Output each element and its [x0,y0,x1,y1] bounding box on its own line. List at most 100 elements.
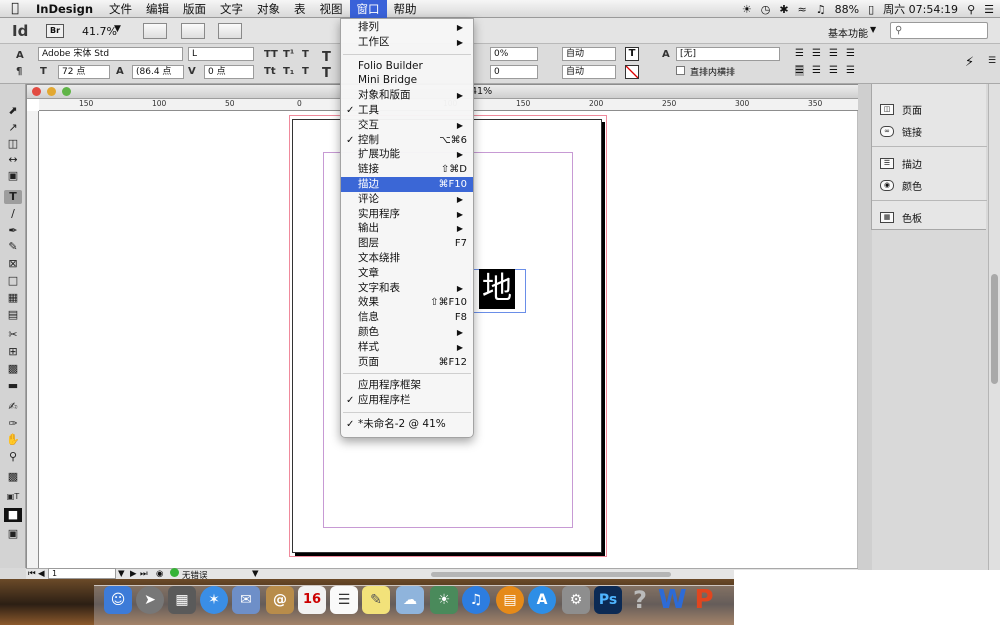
swatches-panel-button[interactable]: ▦ 色板 [880,210,922,225]
page-number-field[interactable]: 1 [48,568,116,579]
baseline-shift-field[interactable]: 0 [490,65,538,79]
align-towards-spine-icon[interactable]: ☰ [846,48,855,59]
vertical-scale-icon[interactable]: T [322,50,331,65]
list-icon[interactable]: ☰ [984,3,994,16]
menu-item[interactable]: 交互 ▶ [341,118,473,133]
underline-icon[interactable]: T [302,49,309,60]
contacts-icon[interactable]: @ [266,586,294,614]
pencil-tool-icon[interactable]: ✎ [4,240,22,254]
hand-tool-icon[interactable]: ✋ [4,433,22,447]
menu-help[interactable]: 帮助 [387,0,424,18]
zoom-level[interactable]: 41.7% [82,25,117,38]
menu-item[interactable]: 文章 [341,266,473,281]
last-page-icon[interactable]: ⏭ [140,569,148,579]
menu-item[interactable]: 效果 ⇧⌘F10 [341,295,473,310]
align-right-icon[interactable]: ☰ [829,48,838,59]
type-tool-icon[interactable]: T [4,190,22,204]
menu-item[interactable]: 样式 ▶ [341,340,473,355]
scale-field[interactable]: 0% [490,47,538,61]
gradient-swatch-tool-icon[interactable]: ▩ [4,362,22,376]
stroke-panel-button[interactable]: ☰ 描边 [880,156,922,171]
font-style-field[interactable]: L [188,47,254,61]
menu-item[interactable]: 颜色 ▶ [341,325,473,340]
menu-item[interactable]: ✓ 工具 [341,103,473,118]
horizontal-scale-icon[interactable]: T [322,66,331,81]
notes-icon[interactable]: ✎ [362,586,390,614]
align-left-icon[interactable]: ☰ [795,48,804,59]
justify-right-icon[interactable]: ☰ [829,65,838,76]
panel-menu-icon[interactable]: ☰ [988,56,996,66]
zoom-tool-icon[interactable]: ⚲ [4,450,22,464]
menu-window[interactable]: 窗口 [349,0,387,18]
fill-stroke-swatch-icon[interactable]: ▩ [4,470,22,484]
system-preferences-icon[interactable]: ⚙ [562,586,590,614]
horizontal-scrollbar-thumb[interactable] [431,572,671,577]
menu-edit[interactable]: 编辑 [139,0,176,18]
color-panel-button[interactable]: ◉ 颜色 [880,178,922,193]
free-transform-tool-icon[interactable]: ⊞ [4,345,22,359]
volume-icon[interactable]: ♫ [816,3,826,16]
app-menu[interactable]: InDesign [30,2,102,16]
previous-page-icon[interactable]: ◀ [38,569,45,579]
pages-panel-button[interactable]: ◫ 页面 [880,102,922,117]
menu-item[interactable]: 图层 F7 [341,236,473,251]
lightning-icon[interactable]: ⚡ [965,55,974,70]
finder-icon[interactable]: ☺ [104,586,132,614]
launchpad-icon[interactable]: ➤ [136,586,164,614]
tracking-field[interactable]: 0 点 [204,65,254,79]
direct-selection-tool-icon[interactable]: ↗ [4,121,22,135]
bridge-button[interactable]: Br [46,24,64,38]
apple-icon[interactable]:  [0,1,30,16]
arrange-documents-button[interactable] [218,23,242,39]
notification-icon[interactable]: ☀ [742,3,752,16]
selected-glyph[interactable]: 地 [479,269,515,309]
zoom-dropdown-icon[interactable]: ▼ [114,24,121,34]
character-style-field[interactable]: [无] [676,47,780,61]
powerpoint-icon[interactable]: P [690,586,718,614]
ibooks-icon[interactable]: ▤ [496,586,524,614]
rectangle-tool-icon[interactable]: □ [4,274,22,288]
right-scrollbar-thumb[interactable] [991,274,998,384]
line-tool-icon[interactable]: ∕ [4,207,22,221]
strikethrough-icon[interactable]: T [302,66,309,77]
menu-item[interactable]: 工作区 ▶ [341,35,473,50]
time-machine-icon[interactable]: ◷ [761,3,771,16]
bluetooth-icon[interactable]: ✱ [779,3,788,16]
workspace-dropdown-icon[interactable]: ▼ [870,25,876,34]
mail-icon[interactable]: ✉ [232,586,260,614]
fill-text-icon[interactable]: T [625,47,639,61]
close-window-icon[interactable] [32,87,41,96]
app-store-icon[interactable]: A [528,586,556,614]
zoom-window-icon[interactable] [62,87,71,96]
menu-item[interactable]: Mini Bridge [341,73,473,88]
unknown-app-icon[interactable]: ? [626,586,654,614]
all-caps-icon[interactable]: TT [264,49,278,60]
page-tool-icon[interactable]: ◫ [4,137,22,151]
right-scrollbar[interactable] [988,84,1000,579]
gradient-feather-tool-icon[interactable]: ▬ [4,379,22,393]
screen-mode-icon[interactable]: ▣ [4,527,22,541]
vertical-ruler[interactable] [27,111,39,571]
menu-item[interactable]: ✓ 应用程序栏 [341,393,473,408]
menu-layout[interactable]: 版面 [176,0,213,18]
battery-percent[interactable]: 88% [835,3,859,16]
pen-tool-icon[interactable]: ✒ [4,224,22,238]
menu-item[interactable]: 信息 F8 [341,310,473,325]
photoshop-icon[interactable]: Ps [594,586,622,614]
wifi-icon[interactable]: ≈ [798,3,807,16]
reminders-icon[interactable]: ☰ [330,586,358,614]
auto-field-1[interactable]: 自动 [562,47,616,61]
menu-item[interactable]: Folio Builder [341,59,473,74]
justify-all-icon[interactable]: ☰ [846,65,855,76]
menu-item[interactable]: 评论 ▶ [341,192,473,207]
stroke-none-icon[interactable] [625,65,639,79]
subscript-icon[interactable]: T₁ [283,66,294,77]
formatting-affects-icon[interactable]: ▣T [4,490,22,504]
menu-item[interactable]: 扩展功能 ▶ [341,147,473,162]
menu-table[interactable]: 表 [287,0,313,18]
note-tool-icon[interactable]: ✍ [4,400,22,414]
menu-item[interactable]: ✓ 控制 ⌥⌘6 [341,133,473,148]
justify-center-icon[interactable]: ☰ [812,65,821,76]
photos-icon[interactable]: ☀ [430,586,458,614]
menu-item[interactable]: 对象和版面 ▶ [341,88,473,103]
